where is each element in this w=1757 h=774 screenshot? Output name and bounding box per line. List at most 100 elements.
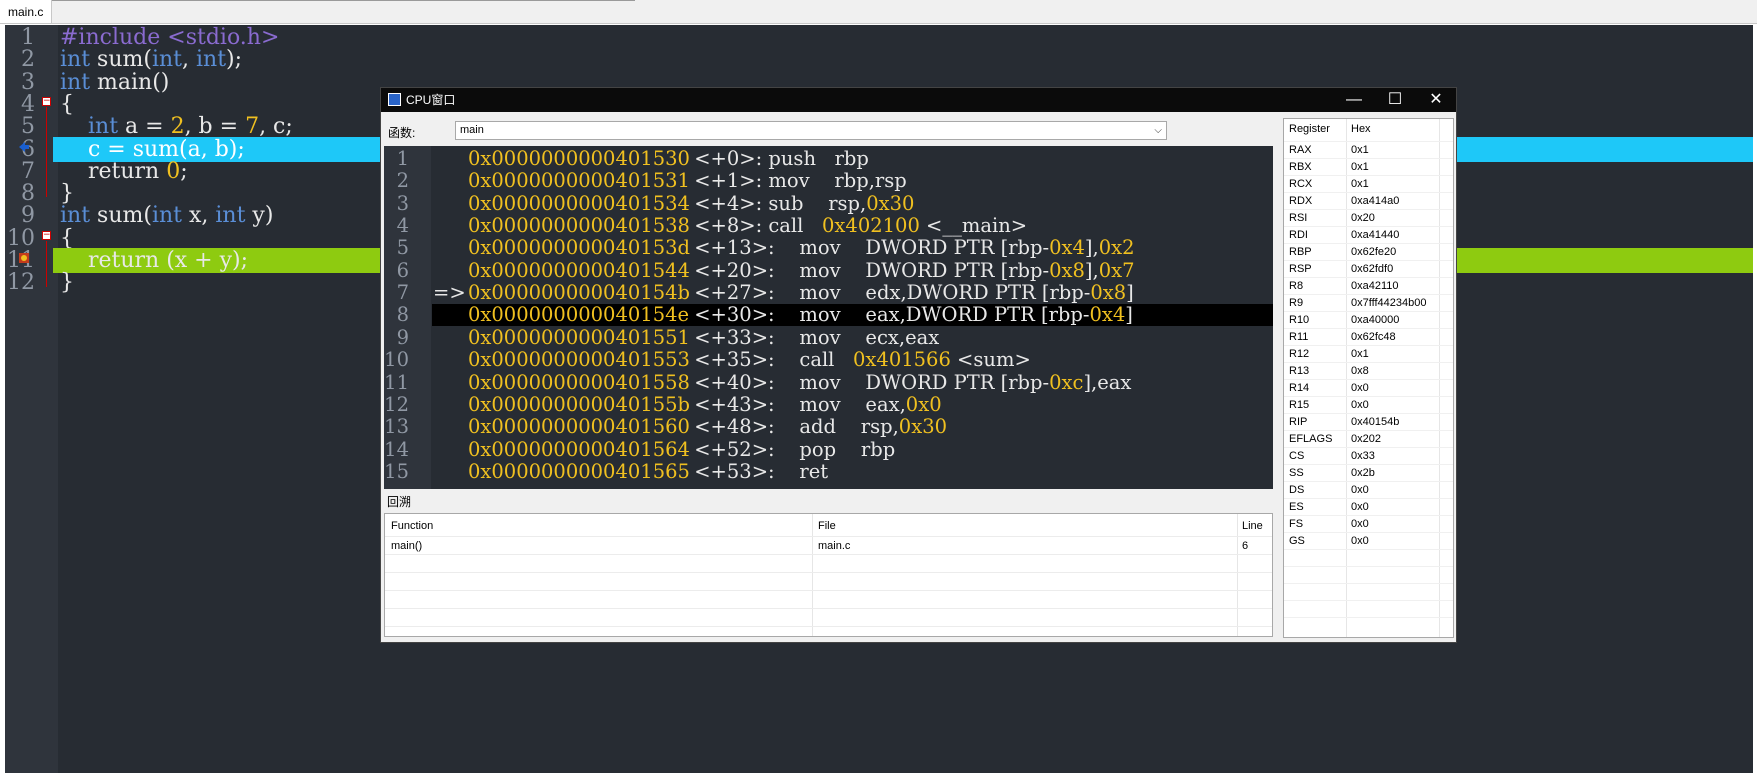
backtrace-table[interactable]: Function File Line main() main.c 6 [384,513,1273,637]
register-row[interactable]: R14 0x0 [1284,380,1453,397]
register-value: 0xa40000 [1351,314,1400,326]
tab-main-c[interactable]: main.c [0,0,53,23]
line-number: 9 [21,203,35,229]
register-row[interactable]: RBP 0x62fe20 [1284,244,1453,261]
asm-token: <+40>: mov DWORD PTR [rbp- [688,370,1050,394]
code-token: 7 [245,114,260,140]
register-row[interactable]: RBX 0x1 [1284,159,1453,176]
register-row[interactable]: R12 0x1 [1284,346,1453,363]
code-token: } [60,270,74,296]
register-name: FS [1289,518,1304,530]
row-divider [1284,566,1453,567]
cpu-window-titlebar[interactable]: CPU窗口 — ☐ ✕ [381,88,1456,112]
register-row[interactable]: RIP 0x40154b [1284,414,1453,431]
column-header-file[interactable]: File [818,520,836,532]
asm-line-number: 5 [396,236,409,260]
register-name: RSP [1289,263,1312,275]
code-token: <stdio.h> [167,25,280,50]
disassembly-view[interactable]: 1 0x0000000000401530 <+0>: push rbp 2 0x000… [384,146,1273,489]
row-divider [385,608,1272,609]
asm-line[interactable]: 1 0x0000000000401530 <+0>: push rbp [384,148,1273,170]
asm-line[interactable]: 15 0x0000000000401565 <+53>: ret [384,459,1273,483]
asm-line[interactable]: 6 0x0000000000401544 <+20>: mov DWORD PTR… [384,258,1273,282]
register-row[interactable]: RCX 0x1 [1284,176,1453,193]
code-text: c = sum(a, b); [60,137,245,162]
function-select[interactable]: main ⌵ [455,121,1167,140]
maximize-button[interactable]: ☐ [1375,88,1415,112]
register-row[interactable]: DS 0x0 [1284,482,1453,499]
register-row[interactable]: RDX 0xa414a0 [1284,193,1453,210]
register-row[interactable]: R13 0x8 [1284,363,1453,380]
column-divider [812,514,813,636]
register-row[interactable]: RAX 0x1 [1284,142,1453,159]
line-number: 8 [21,181,35,207]
register-row[interactable]: ES 0x0 [1284,499,1453,516]
minimize-button[interactable]: — [1334,88,1374,112]
fold-guide-main [46,107,47,197]
asm-line[interactable]: 14 0x0000000000401564 <+52>: pop rbp [384,437,1273,461]
code-token: 2 [170,114,185,140]
column-header-function[interactable]: Function [391,520,433,532]
asm-token: <+53>: ret [688,459,829,483]
asm-token: ] [1125,303,1133,327]
register-row[interactable]: RSP 0x62fdf0 [1284,261,1453,278]
asm-instruction: <+20>: mov DWORD PTR [rbp-0x8],0x7 [688,258,1134,282]
asm-line[interactable]: 4 0x0000000000401538 <+8>: call 0x402100 … [384,215,1273,237]
register-name: R11 [1289,331,1309,343]
asm-line[interactable]: 13 0x0000000000401560 <+48>: add rsp,0x30 [384,416,1273,438]
register-row[interactable]: EFLAGS 0x202 [1284,431,1453,448]
chevron-down-icon[interactable]: ⌵ [1154,122,1162,139]
row-divider [385,572,1272,573]
code-line[interactable]: 2 int sum(int, int); [5,47,1753,72]
asm-token: <+1>: mov rbp,rsp [688,169,907,193]
column-header-line[interactable]: Line [1242,520,1263,532]
register-row[interactable]: GS 0x0 [1284,533,1453,550]
column-header-hex[interactable]: Hex [1351,123,1371,135]
backtrace-file-cell[interactable]: main.c [818,540,850,552]
backtrace-line-cell[interactable]: 6 [1242,540,1248,552]
asm-line[interactable]: 9 0x0000000000401551 <+33>: mov ecx,eax [384,325,1273,349]
register-row[interactable]: R9 0x7fff44234b00 [1284,295,1453,312]
register-value: 0x0 [1351,518,1369,530]
asm-line[interactable]: 7 => 0x000000000040154b <+27>: mov edx,DWO… [384,282,1273,304]
fold-toggle-sum[interactable]: − [42,231,51,240]
code-token: sum( [90,47,152,73]
asm-token: 0x8 [1049,258,1085,282]
asm-line-number: 14 [384,437,409,461]
register-row[interactable]: RSI 0x20 [1284,210,1453,227]
asm-line[interactable]: 10 0x0000000000401553 <+35>: call 0x40156… [384,349,1273,371]
register-row[interactable]: R8 0xa42110 [1284,278,1453,295]
register-row[interactable]: FS 0x0 [1284,516,1453,533]
asm-token: 0x0 [905,392,942,416]
register-value: 0x1 [1351,348,1369,360]
asm-line-number: 8 [396,303,409,327]
fold-toggle-main[interactable]: − [42,97,51,106]
asm-line[interactable]: 2 0x0000000000401531 <+1>: mov rbp,rsp [384,170,1273,192]
register-row[interactable]: R10 0xa40000 [1284,312,1453,329]
asm-line[interactable]: 3 0x0000000000401534 <+4>: sub rsp,0x30 [384,192,1273,215]
register-row[interactable]: RDI 0xa41440 [1284,227,1453,244]
asm-token: <+30>: mov eax,DWORD PTR [rbp- [688,303,1090,327]
code-token: int [60,47,91,73]
register-row[interactable]: R15 0x0 [1284,397,1453,414]
asm-line[interactable]: 11 0x0000000000401558 <+40>: mov DWORD PT… [384,370,1273,394]
asm-line-selected[interactable]: 8 0x000000000040154e <+30>: mov eax,DWORD… [384,303,1273,327]
asm-line[interactable]: 5 0x000000000040153d <+13>: mov DWORD PTR… [384,237,1273,259]
asm-line[interactable]: 12 0x000000000040155b <+43>: mov eax,0x0 [384,392,1273,416]
close-button[interactable]: ✕ [1416,88,1456,112]
column-header-register[interactable]: Register [1289,123,1330,135]
asm-line-number: 9 [396,325,409,349]
backtrace-function-cell[interactable]: main() [391,540,422,552]
code-line[interactable]: 1 #include <stdio.h> [5,25,1753,50]
asm-instruction: <+52>: pop rbp [688,438,895,461]
register-row[interactable]: R11 0x62fc48 [1284,329,1453,346]
register-row[interactable]: CS 0x33 [1284,448,1453,465]
code-token: sum( [90,203,152,229]
asm-token: 0x401566 [853,348,951,372]
asm-line-number: 15 [384,459,409,483]
code-token: , c; [259,114,293,140]
breakpoint-icon[interactable] [19,253,29,263]
registers-table[interactable]: Register Hex RAX 0x1 RBX 0x1 RCX 0x1 RDX 0xa414… [1283,118,1454,638]
register-row[interactable]: SS 0x2b [1284,465,1453,482]
register-value: 0x1 [1351,144,1369,156]
